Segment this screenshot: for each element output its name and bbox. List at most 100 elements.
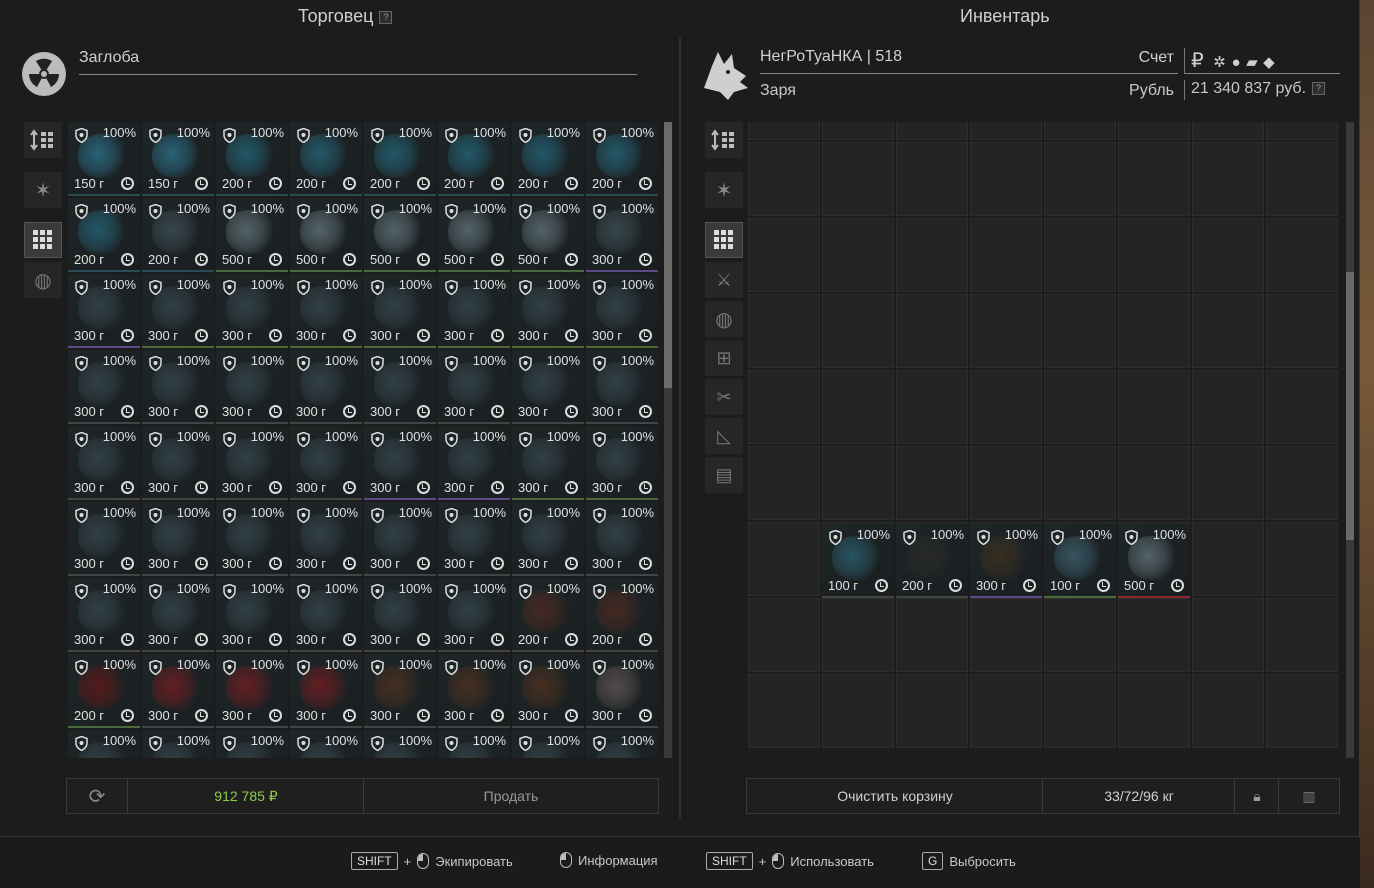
inventory-slot[interactable] [1118, 122, 1190, 140]
trader-item[interactable]: 100% 200 г [512, 122, 584, 196]
trader-item[interactable]: 100% 300 г [512, 426, 584, 500]
inventory-slot[interactable] [970, 598, 1042, 672]
trader-item[interactable]: 100% 300 г [68, 578, 140, 652]
inventory-slot[interactable] [1044, 218, 1116, 292]
inv-sort-button[interactable] [705, 122, 743, 158]
trader-item[interactable]: 100% 200 г [290, 122, 362, 196]
inventory-slot[interactable] [822, 370, 894, 444]
trader-item[interactable]: 100% 300 г [512, 350, 584, 424]
inventory-slot[interactable] [1192, 142, 1264, 216]
trader-item[interactable]: 100% 300 г [216, 502, 288, 576]
inventory-slot[interactable] [1044, 446, 1116, 520]
trader-help-button[interactable]: ? [379, 10, 393, 24]
inventory-slot[interactable] [896, 294, 968, 368]
inventory-slot[interactable] [1192, 294, 1264, 368]
inventory-slot[interactable] [1192, 674, 1264, 748]
sort-button[interactable] [24, 122, 62, 158]
inventory-slot[interactable] [1266, 218, 1338, 292]
trader-item[interactable]: 100% 300 г [512, 654, 584, 728]
lock-button[interactable]: 🔒︎ [1234, 778, 1280, 814]
trader-item[interactable]: 100% 300 г [68, 426, 140, 500]
trader-item[interactable]: 100% 300 г [438, 578, 510, 652]
inventory-slot[interactable] [896, 598, 968, 672]
token-currency-icon[interactable]: ◆ [1263, 54, 1275, 71]
inventory-item[interactable]: 100% 500 г [1118, 524, 1190, 598]
currency-selector[interactable]: ₽ ✲ ● ▰ ◆ [1184, 48, 1340, 74]
inv-filter-weapon-button[interactable]: ⚔ [705, 262, 743, 298]
trader-item[interactable]: 100% [438, 730, 510, 758]
trader-item[interactable]: 100% 300 г [216, 350, 288, 424]
trader-item[interactable]: 100% 300 г [290, 502, 362, 576]
trader-item[interactable]: 100% 300 г [586, 654, 658, 728]
trader-item[interactable]: 100% [586, 730, 658, 758]
inventory-slot[interactable] [1192, 218, 1264, 292]
trader-item[interactable]: 100% 300 г [586, 502, 658, 576]
trader-item[interactable]: 100% 300 г [586, 426, 658, 500]
trader-item[interactable]: 100% 300 г [68, 502, 140, 576]
inv-filter-artifact-button[interactable]: ✶ [705, 172, 743, 208]
filter-artifact-button[interactable]: ✶ [24, 172, 62, 208]
trader-item[interactable]: 100% [142, 730, 214, 758]
trader-item[interactable]: 100% 500 г [364, 198, 436, 272]
trader-item[interactable]: 100% 300 г [586, 198, 658, 272]
inventory-slot[interactable] [970, 370, 1042, 444]
trader-item[interactable]: 100% 300 г [142, 578, 214, 652]
inventory-slot[interactable] [748, 598, 820, 672]
inventory-slot[interactable] [1266, 122, 1338, 140]
trader-item[interactable]: 100% 150 г [142, 122, 214, 196]
inventory-slot[interactable] [748, 122, 820, 140]
trader-item[interactable]: 100% 300 г [290, 426, 362, 500]
trader-item[interactable]: 100% 150 г [68, 122, 140, 196]
trader-item[interactable]: 100% 300 г [438, 426, 510, 500]
inventory-slot[interactable] [822, 122, 894, 140]
trader-item[interactable]: 100% 300 г [438, 502, 510, 576]
trader-item[interactable]: 100% 200 г [68, 198, 140, 272]
trader-item[interactable]: 100% 300 г [290, 578, 362, 652]
inventory-slot[interactable] [1192, 122, 1264, 140]
inventory-slot[interactable] [822, 674, 894, 748]
inventory-slot[interactable] [822, 598, 894, 672]
coin-currency-icon[interactable]: ● [1231, 54, 1240, 71]
trader-item[interactable]: 100% 200 г [586, 122, 658, 196]
inventory-slot[interactable] [748, 142, 820, 216]
trader-item[interactable]: 100% 300 г [512, 502, 584, 576]
inventory-item[interactable]: 100% 100 г [822, 524, 894, 598]
inventory-slot[interactable] [896, 446, 968, 520]
trader-item[interactable]: 100% 300 г [512, 274, 584, 348]
inventory-slot[interactable] [970, 122, 1042, 140]
inventory-slot[interactable] [1118, 598, 1190, 672]
trader-item[interactable]: 100% 300 г [364, 502, 436, 576]
inventory-slot[interactable] [1192, 522, 1264, 596]
inventory-slot[interactable] [1118, 294, 1190, 368]
inventory-slot[interactable] [1192, 446, 1264, 520]
inventory-slot[interactable] [970, 446, 1042, 520]
trader-item[interactable]: 100% 300 г [364, 578, 436, 652]
trader-item[interactable]: 100% 300 г [216, 578, 288, 652]
inventory-slot[interactable] [1044, 370, 1116, 444]
trader-item[interactable]: 100% 300 г [290, 654, 362, 728]
inv-filter-drawings-button[interactable]: ◺ [705, 418, 743, 454]
filter-misc-button[interactable]: ◍ [24, 262, 62, 298]
trader-item[interactable]: 100% 500 г [438, 198, 510, 272]
inventory-slot[interactable] [748, 218, 820, 292]
trader-item[interactable]: 100% 300 г [364, 274, 436, 348]
trader-item[interactable]: 100% 300 г [216, 426, 288, 500]
trader-item[interactable]: 100% 200 г [512, 578, 584, 652]
trader-item[interactable]: 100% 300 г [586, 350, 658, 424]
inventory-slot[interactable] [748, 294, 820, 368]
trader-scroll-thumb[interactable] [664, 122, 672, 388]
inventory-slot[interactable] [1266, 522, 1338, 596]
inventory-slot[interactable] [1118, 142, 1190, 216]
trash-button[interactable]: ▥ [1278, 778, 1340, 814]
inv-filter-medical-button[interactable]: ⊞ [705, 340, 743, 376]
trader-item[interactable]: 100% 300 г [586, 274, 658, 348]
gear-currency-icon[interactable]: ✲ [1213, 54, 1226, 71]
inventory-slot[interactable] [1118, 446, 1190, 520]
inventory-slot[interactable] [970, 674, 1042, 748]
inventory-slot[interactable] [822, 294, 894, 368]
trader-item[interactable]: 100% [364, 730, 436, 758]
inventory-slot[interactable] [1118, 370, 1190, 444]
trader-item[interactable]: 100% 500 г [290, 198, 362, 272]
trader-item[interactable]: 100% 300 г [438, 654, 510, 728]
trader-item[interactable]: 100% 300 г [68, 350, 140, 424]
